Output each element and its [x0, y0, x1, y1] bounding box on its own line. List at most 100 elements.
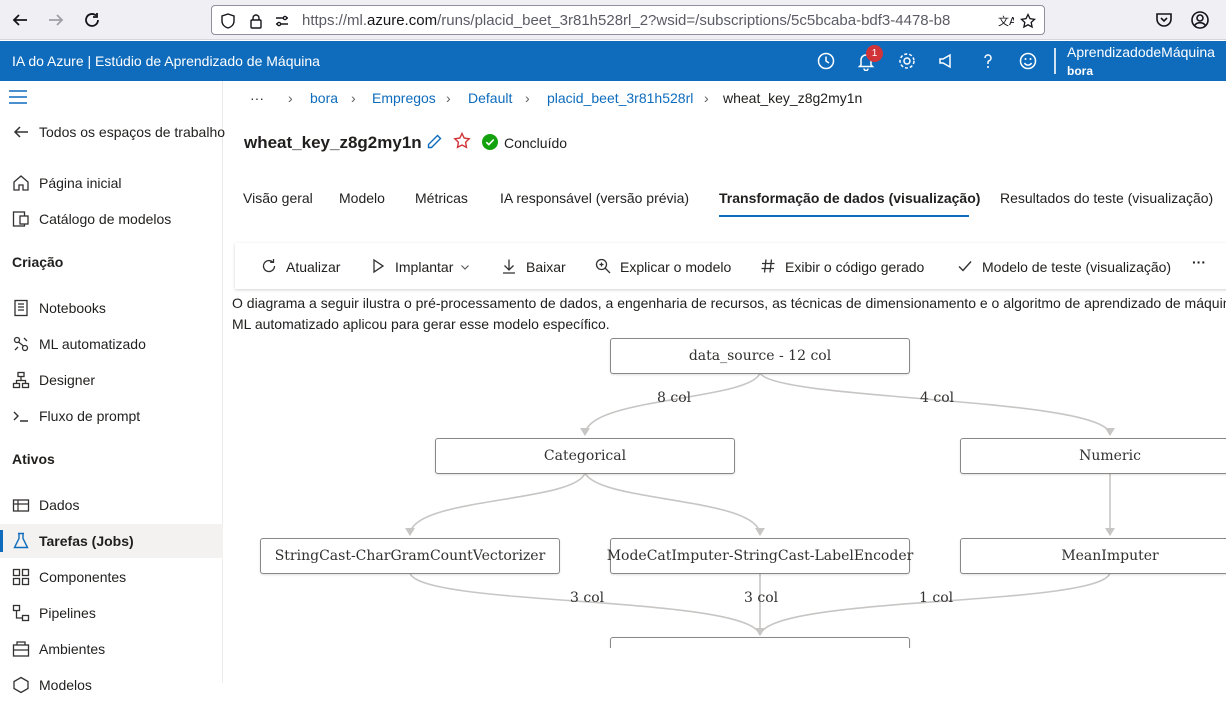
sidebar-item-label: Tarefas (Jobs): [39, 533, 134, 549]
description-line-2: ML automatizado aplicou para gerar esse …: [232, 316, 610, 332]
shield-icon[interactable]: [220, 13, 236, 29]
edge-label-encoder-3-col: 3 col: [744, 590, 779, 606]
notebook-icon: [14, 299, 28, 317]
edge-label-8-col: 8 col: [657, 390, 692, 406]
chevron-right-icon: ›: [446, 90, 451, 106]
diagram-edges: [405, 372, 1115, 636]
arrowhead: [755, 628, 765, 636]
breadcrumb-workspace[interactable]: bora: [310, 90, 338, 106]
sidebar-item-label: ML automatizado: [39, 336, 146, 352]
more-options-button[interactable]: ···: [1192, 254, 1206, 274]
account-icon[interactable]: [1190, 10, 1210, 30]
app-title[interactable]: IA do Azure | Estúdio de Aprendizado de …: [12, 53, 320, 69]
catalog-icon: [12, 211, 29, 227]
home-icon: [13, 175, 29, 191]
url-text[interactable]: https://ml.azure.com/runs/placid_beet_3r…: [302, 12, 992, 29]
sidebar-item-jobs[interactable]: Tarefas (Jobs): [0, 524, 223, 558]
hashtag-icon: [761, 259, 775, 273]
deploy-label: Implantar: [395, 259, 454, 275]
sidebar-item-label: Dados: [39, 497, 80, 513]
data-icon: [12, 499, 30, 512]
breadcrumb-jobs[interactable]: Empregos: [372, 90, 436, 106]
node-chargram-vectorizer[interactable]: StringCast-CharGramCountVectorizer: [260, 538, 560, 574]
environments-icon: [12, 641, 30, 657]
hamburger-menu-icon[interactable]: [9, 90, 27, 104]
sidebar-item-label: Página inicial: [39, 175, 122, 191]
help-question-icon[interactable]: [978, 51, 998, 71]
address-bar[interactable]: https://ml.azure.com/runs/placid_beet_3r…: [211, 5, 1045, 35]
node-mean-imputer[interactable]: MeanImputer: [960, 538, 1226, 574]
featurization-diagram: data_source - 12 col Categorical Numeric…: [230, 335, 1226, 648]
automl-icon: [13, 336, 29, 352]
prompt-flow-icon: [13, 411, 28, 422]
play-icon: [373, 258, 385, 274]
sidebar-item-model-catalog[interactable]: Catálogo de modelos: [0, 202, 223, 236]
chevron-right-icon: ›: [351, 90, 356, 106]
sidebar-item-all-workspaces[interactable]: Todos os espaços de trabalho: [0, 115, 226, 149]
node-numeric[interactable]: Numeric: [960, 438, 1226, 474]
feedback-smiley-icon[interactable]: [1018, 51, 1038, 71]
edge-label-imputer-1-col: 1 col: [919, 590, 954, 606]
user-name[interactable]: AprendizadodeMáquina: [1067, 44, 1215, 60]
sidebar-item-pipelines[interactable]: Pipelines: [0, 596, 223, 630]
sidebar-nav: Todos os espaços de trabalho Página inic…: [0, 81, 226, 694]
forward-arrow-icon[interactable]: [44, 8, 68, 32]
arrowhead: [755, 528, 765, 536]
tab-overview[interactable]: Visão geral: [243, 190, 313, 206]
page-title: wheat_key_z8g2my1n: [244, 133, 422, 152]
edge-label-4-col: 4 col: [920, 390, 955, 406]
node-categorical[interactable]: Categorical: [435, 438, 735, 474]
sidebar-item-home[interactable]: Página inicial: [0, 166, 223, 200]
translate-icon[interactable]: 文A: [998, 13, 1014, 29]
arrowhead: [405, 528, 415, 536]
active-tab-indicator: [719, 215, 969, 217]
pocket-icon[interactable]: [1154, 10, 1174, 30]
node-label-encoder[interactable]: ModeCatImputer-StringCast-LabelEncoder: [607, 538, 913, 574]
tab-model[interactable]: Modelo: [339, 190, 385, 206]
breadcrumb-more[interactable]: ···: [250, 90, 264, 106]
tab-metrics[interactable]: Métricas: [415, 190, 468, 206]
lock-icon[interactable]: [248, 13, 264, 29]
description-line-1: O diagrama a seguir ilustra o pré-proces…: [232, 295, 1226, 311]
tab-data-transformation[interactable]: Transformação de dados (visualização): [719, 190, 980, 206]
breadcrumb-experiment[interactable]: Default: [468, 90, 512, 106]
sidebar-item-models[interactable]: Modelos: [0, 668, 223, 702]
permissions-icon[interactable]: [274, 13, 290, 29]
sidebar-item-data[interactable]: Dados: [0, 488, 223, 522]
tab-responsible-ai[interactable]: IA responsável (versão prévia): [500, 190, 689, 206]
settings-gear-icon[interactable]: [897, 51, 917, 71]
sidebar-item-label: Todos os espaços de trabalho: [39, 124, 226, 140]
edge-categorical-encoder: [584, 472, 761, 536]
explain-model-label: Explicar o modelo: [620, 259, 732, 275]
sidebar-item-prompt-flow[interactable]: Fluxo de prompt: [0, 399, 223, 433]
browser-toolbar: https://ml.azure.com/runs/placid_beet_3r…: [0, 0, 1226, 40]
favorite-star-icon[interactable]: [453, 132, 471, 150]
sidebar-item-designer[interactable]: Designer: [0, 363, 223, 397]
reload-icon[interactable]: [80, 8, 104, 32]
sidebar-item-notebooks[interactable]: Notebooks: [0, 291, 223, 325]
checkmark-icon: [958, 261, 972, 272]
models-icon: [13, 676, 29, 694]
edge-label-vectorizer-3-col: 3 col: [570, 590, 605, 606]
user-workspace[interactable]: bora: [1067, 64, 1093, 78]
edit-pencil-icon[interactable]: [426, 133, 443, 150]
notification-badge[interactable]: 1: [866, 45, 883, 62]
sidebar-item-automl[interactable]: ML automatizado: [0, 327, 223, 361]
diagram-description: O diagrama a seguir ilustra o pré-proces…: [232, 293, 1226, 335]
bookmark-star-icon[interactable]: [1020, 13, 1036, 29]
back-arrow-icon[interactable]: [8, 8, 32, 32]
svg-text:文A: 文A: [998, 14, 1014, 28]
sidebar-item-components[interactable]: Componentes: [0, 560, 223, 594]
node-data-source[interactable]: data_source - 12 col: [610, 338, 910, 374]
pipelines-icon: [12, 604, 30, 622]
sidebar-item-environments[interactable]: Ambientes: [0, 632, 223, 666]
node-concatenate[interactable]: Concatenate: [610, 637, 910, 648]
announcement-megaphone-icon[interactable]: [937, 51, 957, 71]
history-clock-icon[interactable]: [816, 51, 836, 71]
download-icon: [503, 259, 515, 274]
active-indicator: [0, 530, 3, 552]
tab-test-results[interactable]: Resultados do teste (visualização): [1000, 190, 1213, 206]
sidebar-section-creation: Criação: [12, 254, 64, 270]
chevron-down-icon: [461, 265, 469, 270]
breadcrumb-parent-run[interactable]: placid_beet_3r81h528rl: [547, 90, 693, 106]
